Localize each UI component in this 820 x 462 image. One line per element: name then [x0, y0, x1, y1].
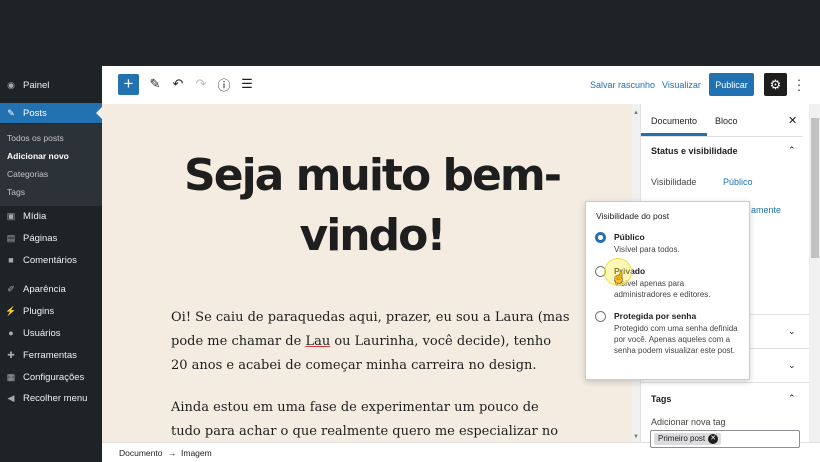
sidebar-collapse-menu[interactable]: ◀ Recolher menu: [0, 388, 102, 408]
sidebar-item-comentarios[interactable]: ■ Comentários: [0, 250, 102, 270]
brush-icon: ✐: [7, 283, 15, 294]
sidebar-item-label: Configurações: [23, 371, 85, 383]
pin-icon: ✎: [7, 107, 15, 118]
sidebar-item-label: Comentários: [23, 254, 77, 266]
sidebar-item-painel[interactable]: ◉ Painel: [0, 75, 102, 95]
tag-chip: Primeiro post ✕: [654, 433, 722, 445]
top-black-bar: [0, 0, 820, 66]
option-private-desc: Visível apenas para administradores e ed…: [614, 279, 711, 299]
post-title-line-2: vindo!: [299, 210, 447, 261]
option-password-label[interactable]: Protegida por senha: [614, 311, 696, 321]
add-block-button[interactable]: +: [118, 74, 139, 95]
comment-icon: ■: [8, 255, 14, 265]
option-public-label[interactable]: Público: [614, 232, 645, 242]
redo-icon[interactable]: ↷: [193, 76, 209, 92]
sidebar-item-label: Plugins: [23, 305, 55, 317]
breadcrumb-image[interactable]: Imagem: [181, 448, 212, 458]
option-public-desc: Visível para todos.: [614, 245, 680, 254]
visibility-toggle[interactable]: Público: [723, 177, 753, 187]
edit-tool-icon[interactable]: ✎: [147, 76, 163, 92]
tag-input[interactable]: Primeiro post ✕: [650, 430, 800, 448]
sidebar-item-label: Mídia: [23, 210, 47, 222]
dashboard-icon: ◉: [7, 79, 15, 90]
sidebar-item-posts[interactable]: ✎ Posts: [0, 103, 102, 123]
tag-chip-label: Primeiro post: [658, 434, 706, 443]
sidebar-item-paginas[interactable]: ▤ Páginas: [0, 228, 102, 248]
paragraph-block-2[interactable]: Ainda estou em uma fase de experimentar …: [171, 396, 571, 442]
collapse-icon: ◀: [7, 392, 15, 403]
save-draft-button[interactable]: Salvar rascunho: [590, 80, 655, 90]
panel-tabs: Documento Bloco ✕: [641, 104, 803, 137]
breadcrumb-document[interactable]: Documento: [119, 448, 162, 458]
submenu-tags[interactable]: Tags: [7, 187, 25, 197]
add-tag-label: Adicionar nova tag: [651, 417, 726, 427]
plugin-icon: ⚡: [5, 305, 17, 316]
wrench-icon: ✚: [7, 349, 15, 360]
chevron-down-icon[interactable]: ⌄: [788, 326, 796, 337]
sidebar-item-aparencia[interactable]: ✐ Aparência: [0, 279, 102, 299]
section-divider: [641, 382, 809, 383]
submenu-add-new[interactable]: Adicionar novo: [7, 151, 69, 161]
active-tab-indicator: [641, 133, 707, 136]
chevron-up-icon[interactable]: ⌃: [788, 145, 796, 156]
status-visibility-heading[interactable]: Status e visibilidade: [651, 146, 738, 156]
tags-heading[interactable]: Tags: [651, 394, 671, 404]
media-icon: ▣: [6, 210, 16, 221]
sidebar-item-label: Aparência: [23, 283, 66, 295]
radio-password[interactable]: [595, 311, 606, 322]
editor-toolbar: + ✎ ↶ ↷ ⓘ ☰ Salvar rascunho Visualizar P…: [102, 66, 820, 105]
sidebar-item-label: Recolher menu: [23, 392, 88, 404]
settings-icon: ▦: [6, 371, 16, 382]
sidebar-item-plugins[interactable]: ⚡ Plugins: [0, 301, 102, 321]
visibility-popover: Visibilidade do post Público Visível par…: [585, 201, 750, 380]
tab-document[interactable]: Documento: [651, 116, 697, 126]
scroll-up-arrow[interactable]: ▲: [632, 110, 640, 116]
close-icon[interactable]: ✕: [788, 114, 797, 127]
sidebar-item-label: Ferramentas: [23, 349, 77, 361]
remove-tag-icon[interactable]: ✕: [708, 434, 719, 444]
paragraph-block-1[interactable]: Oi! Se caiu de paraquedas aqui, prazer, …: [171, 306, 571, 378]
sidebar-item-label: Painel: [23, 79, 50, 91]
option-password-desc: Protegido com uma senha definida por voc…: [614, 324, 738, 355]
editor-canvas[interactable]: Seja muito bem- vindo! Oi! Se caiu de pa…: [102, 104, 640, 442]
radio-public[interactable]: [595, 232, 606, 243]
popover-title: Visibilidade do post: [596, 211, 670, 221]
misspelled-word: Lau: [305, 334, 331, 349]
scroll-down-arrow[interactable]: ▼: [632, 434, 640, 440]
sidebar-item-midia[interactable]: ▣ Mídia: [0, 206, 102, 226]
sidebar-item-label: Páginas: [23, 232, 58, 244]
more-options-icon[interactable]: · · ·: [796, 73, 802, 96]
info-icon[interactable]: ⓘ: [216, 76, 232, 93]
admin-sidebar: ◉ Painel ✎ Posts Todos os posts Adiciona…: [0, 66, 102, 461]
sidebar-item-usuarios[interactable]: ● Usuários: [0, 323, 102, 343]
post-title-line-1: Seja muito bem-: [184, 150, 562, 201]
outline-list-icon[interactable]: ☰: [239, 76, 255, 92]
publish-button[interactable]: Publicar: [709, 73, 754, 96]
panel-scroll-thumb[interactable]: [811, 118, 819, 258]
preview-button[interactable]: Visualizar: [662, 80, 701, 90]
posts-submenu: Todos os posts Adicionar novo Categorias…: [0, 124, 102, 206]
users-icon: ●: [8, 328, 14, 338]
hand-cursor-icon: ☝: [612, 272, 626, 284]
sidebar-item-label: Usuários: [23, 327, 61, 339]
chevron-up-icon[interactable]: ⌃: [788, 393, 796, 404]
tab-block[interactable]: Bloco: [715, 116, 738, 126]
visibility-label: Visibilidade: [651, 177, 697, 187]
settings-gear-icon[interactable]: ⚙: [764, 73, 787, 96]
sidebar-item-label: Posts: [23, 107, 47, 119]
post-title[interactable]: Seja muito bem- vindo!: [142, 146, 602, 266]
pages-icon: ▤: [6, 232, 16, 243]
submenu-categories[interactable]: Categorias: [7, 169, 48, 179]
schedule-link[interactable]: amente: [751, 205, 781, 215]
submenu-all-posts[interactable]: Todos os posts: [7, 133, 64, 143]
chevron-down-icon[interactable]: ⌄: [788, 360, 796, 371]
breadcrumb-arrow: →: [168, 448, 177, 458]
sidebar-item-configuracoes[interactable]: ▦ Configurações: [0, 367, 102, 387]
sidebar-item-ferramentas[interactable]: ✚ Ferramentas: [0, 345, 102, 365]
undo-icon[interactable]: ↶: [170, 76, 186, 92]
